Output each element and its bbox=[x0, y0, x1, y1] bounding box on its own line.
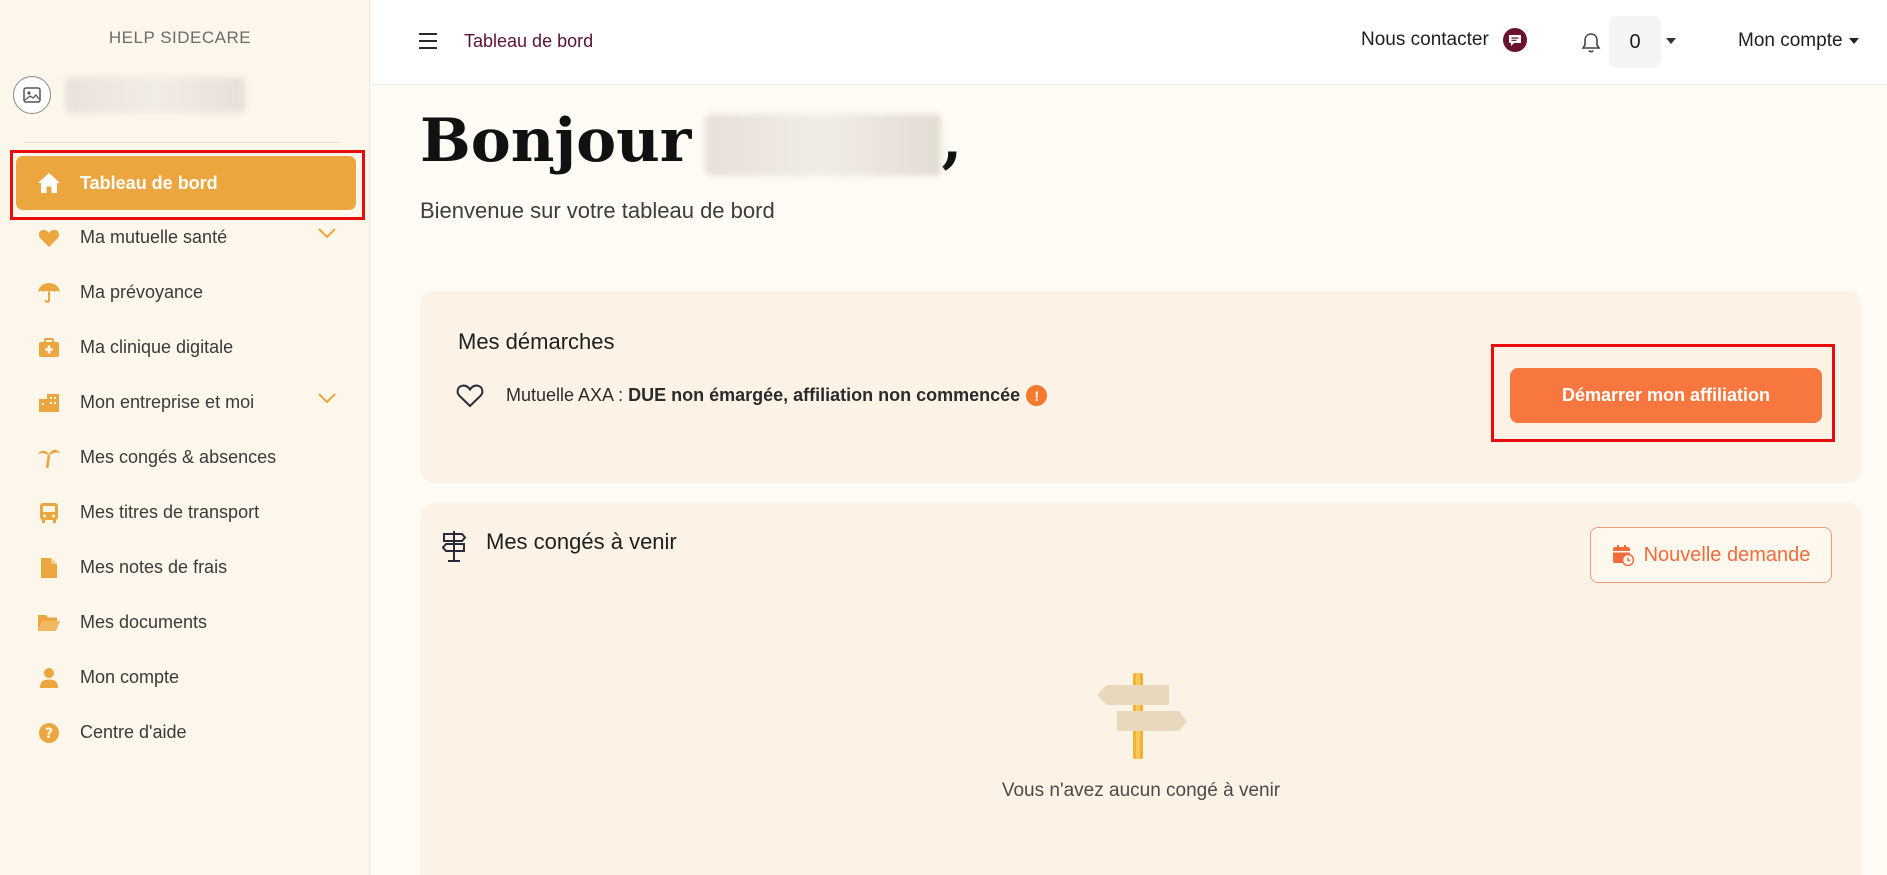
conges-title: Mes congés à venir bbox=[486, 529, 677, 554]
sidebar-item-conges[interactable]: Mes congés & absences bbox=[0, 430, 370, 485]
breadcrumb[interactable]: Tableau de bord bbox=[464, 31, 593, 52]
sidebar-item-label: Centre d'aide bbox=[80, 722, 187, 742]
sidebar-item-transport[interactable]: Mes titres de transport bbox=[0, 485, 370, 540]
chevron-down-icon[interactable] bbox=[318, 228, 336, 239]
demarches-title: Mes démarches bbox=[458, 329, 615, 354]
building-icon bbox=[36, 390, 62, 416]
sidebar-item-clinique[interactable]: Ma clinique digitale bbox=[0, 320, 370, 375]
user-first-name-redacted bbox=[705, 114, 942, 176]
sidebar-item-label: Mes documents bbox=[80, 612, 208, 632]
welcome-text: Bienvenue sur votre tableau de bord bbox=[420, 198, 775, 223]
menu-icon[interactable] bbox=[419, 33, 437, 49]
sidebar-item-label: Mes notes de frais bbox=[80, 557, 228, 577]
notification-count[interactable]: 0 bbox=[1609, 16, 1661, 68]
new-request-label: Nouvelle demande bbox=[1643, 543, 1811, 566]
demarches-card: Mes démarches Mutuelle AXA : DUE non éma… bbox=[420, 291, 1862, 483]
topbar: Tableau de bord Nous contacter 0 Mon com… bbox=[371, 0, 1887, 85]
signpost-illustration bbox=[1097, 673, 1187, 759]
conges-card: Mes congés à venir Nouvelle demande Vous… bbox=[420, 503, 1862, 875]
svg-text:?: ? bbox=[45, 726, 53, 742]
sidebar-item-label: Tableau de bord bbox=[80, 172, 218, 193]
signpost-icon bbox=[441, 531, 467, 562]
brand-name: HELP SIDECARE bbox=[108, 28, 252, 47]
bell-icon[interactable] bbox=[1581, 32, 1601, 54]
sidebar-item-compte[interactable]: Mon compte bbox=[0, 650, 370, 705]
account-label: Mon compte bbox=[1738, 30, 1843, 51]
user-profile[interactable] bbox=[13, 76, 245, 114]
contact-label: Nous contacter bbox=[1361, 29, 1489, 50]
sidebar-item-notes-de-frais[interactable]: Mes notes de frais bbox=[0, 540, 370, 595]
demarche-label: Mutuelle AXA : bbox=[506, 385, 624, 405]
chat-icon bbox=[1502, 28, 1527, 52]
avatar[interactable] bbox=[13, 76, 51, 114]
demarche-status: DUE non émargée, affiliation non commenc… bbox=[628, 385, 1021, 405]
heart-outline-icon bbox=[456, 384, 484, 408]
sidebar-item-aide[interactable]: ? Centre d'aide bbox=[0, 705, 370, 760]
sidebar-item-label: Mon entreprise et moi bbox=[80, 392, 255, 412]
sidebar-item-label: Ma mutuelle santé bbox=[80, 227, 228, 247]
sidebar-item-label: Ma prévoyance bbox=[80, 282, 204, 302]
demarche-item: Mutuelle AXA : DUE non émargée, affiliat… bbox=[456, 383, 1048, 408]
user-icon bbox=[36, 665, 62, 691]
sidebar-item-prevoyance[interactable]: Ma prévoyance bbox=[0, 265, 370, 320]
sidebar-item-label: Mon compte bbox=[80, 667, 180, 687]
help-icon: ? bbox=[36, 720, 62, 746]
page-title: Bonjour , bbox=[420, 106, 962, 176]
warning-icon: ! bbox=[1026, 385, 1048, 406]
medical-kit-icon bbox=[36, 335, 62, 361]
empty-state-text: Vous n'avez aucun congé à venir bbox=[1001, 780, 1281, 801]
sidebar-nav: Tableau de bord Ma mutuelle santé Ma pré… bbox=[0, 156, 370, 760]
calendar-add-icon bbox=[1612, 545, 1634, 566]
sidebar-divider bbox=[24, 142, 340, 143]
sidebar-item-documents[interactable]: Mes documents bbox=[0, 595, 370, 650]
greeting: Bonjour bbox=[420, 106, 692, 176]
sidebar-item-label: Mes titres de transport bbox=[80, 502, 260, 522]
sidebar-item-mutuelle[interactable]: Ma mutuelle santé bbox=[0, 210, 370, 265]
account-menu[interactable]: Mon compte bbox=[1738, 30, 1859, 52]
sidebar: HELP SIDECARE Tableau de bord Ma mutuell… bbox=[0, 0, 370, 875]
sidebar-item-label: Mes congés & absences bbox=[80, 447, 277, 467]
contact-link[interactable]: Nous contacter bbox=[1361, 28, 1527, 52]
user-name-redacted bbox=[65, 77, 245, 113]
image-icon bbox=[23, 87, 41, 103]
home-icon bbox=[36, 170, 62, 196]
heart-icon bbox=[36, 225, 62, 251]
umbrella-icon bbox=[36, 280, 62, 306]
sidebar-item-tableau-de-bord[interactable]: Tableau de bord bbox=[16, 156, 356, 210]
folder-icon bbox=[36, 610, 62, 636]
bus-icon bbox=[36, 500, 62, 526]
chevron-down-icon[interactable] bbox=[318, 393, 336, 404]
start-affiliation-button[interactable]: Démarrer mon affiliation bbox=[1510, 368, 1822, 423]
file-icon bbox=[36, 555, 62, 581]
notification-dropdown-icon[interactable] bbox=[1666, 38, 1676, 44]
palm-tree-icon bbox=[36, 445, 62, 471]
new-request-button[interactable]: Nouvelle demande bbox=[1590, 527, 1832, 583]
sidebar-item-label: Ma clinique digitale bbox=[80, 337, 234, 357]
caret-down-icon bbox=[1848, 38, 1859, 44]
sidebar-item-entreprise[interactable]: Mon entreprise et moi bbox=[0, 375, 370, 430]
greeting-comma: , bbox=[941, 106, 963, 176]
